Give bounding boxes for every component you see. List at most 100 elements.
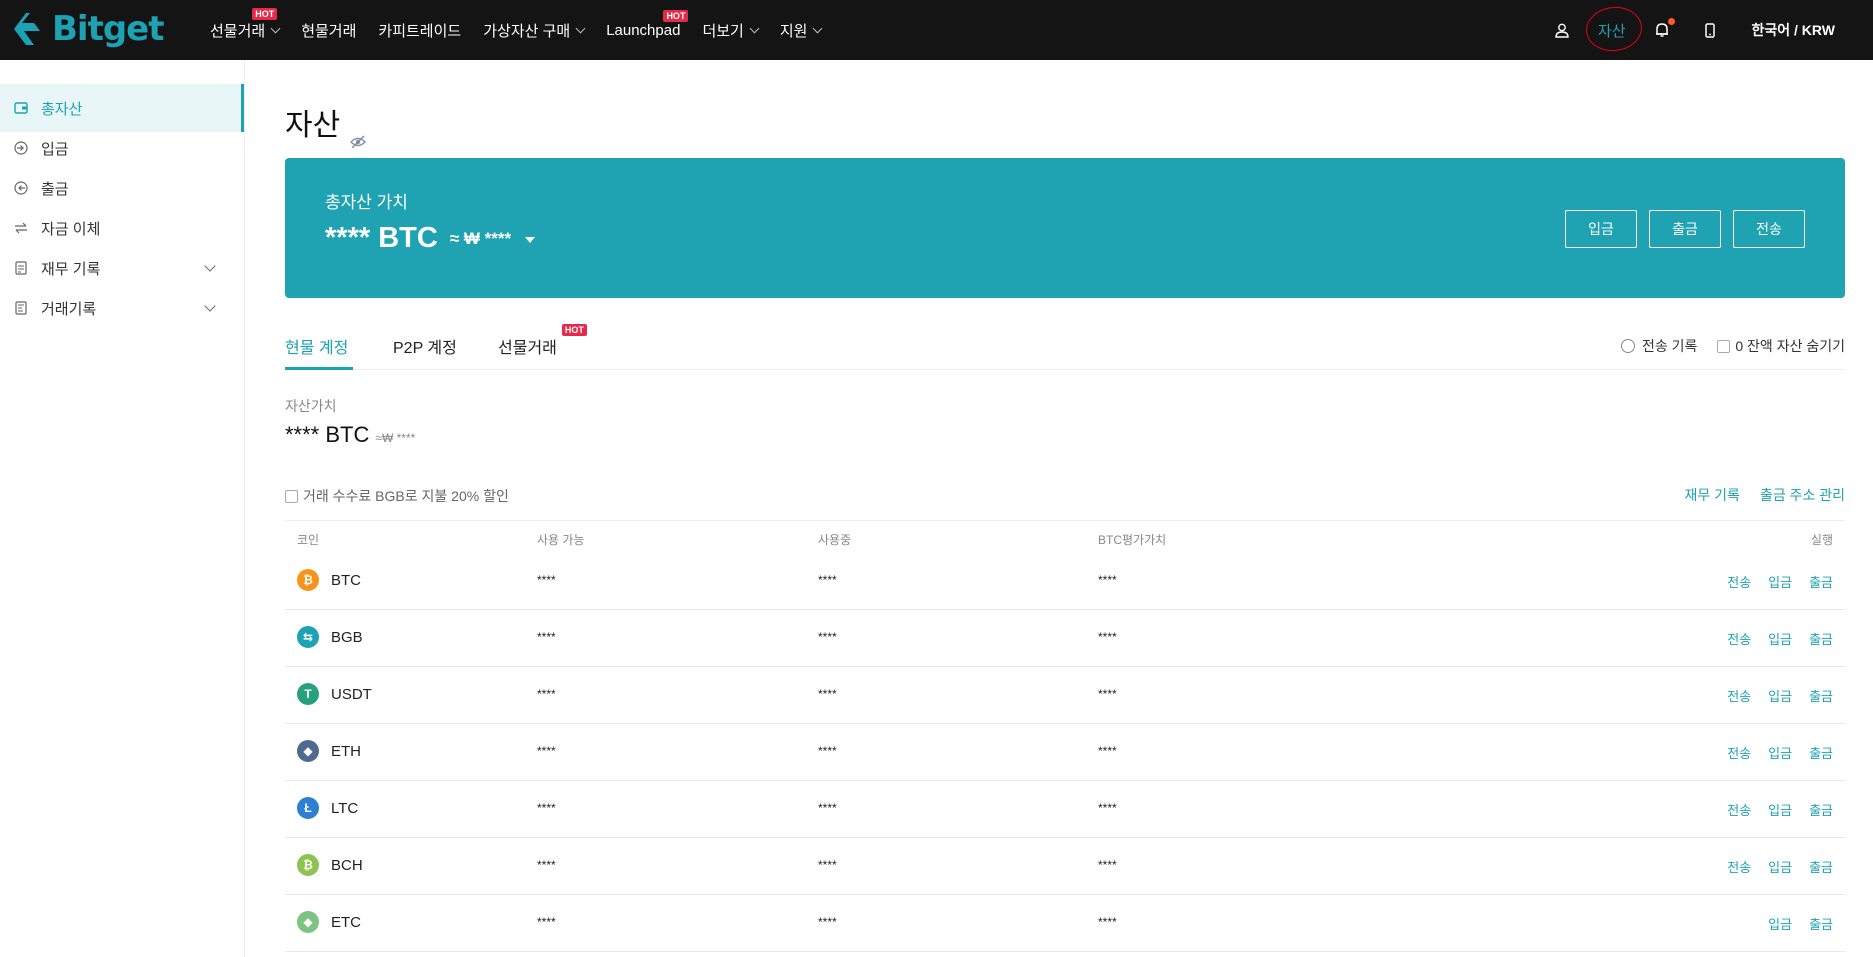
bgb-coin-icon: ⇆	[297, 626, 319, 648]
btc-coin-icon: ₿	[297, 569, 319, 591]
bell-icon[interactable]	[1652, 18, 1675, 40]
account-asset-approx: ≈₩ ****	[375, 431, 416, 445]
nav-menu-item[interactable]: 가상자산 구매	[483, 20, 586, 41]
coin-cell: Ł LTC	[297, 797, 358, 819]
table-row: ◆ ETH **** **** **** 전송 입금 출금	[285, 724, 1845, 781]
transfer-history-label: 전송 기록	[1641, 338, 1698, 354]
mobile-icon[interactable]	[1700, 20, 1720, 40]
nav-menu-item[interactable]: 선물거래 HOT	[210, 7, 281, 41]
coin-cell: ◆ ETH	[297, 740, 361, 762]
financial-records-link[interactable]: 재무 기록	[1685, 485, 1740, 505]
tab-futures-label: 선물거래	[498, 340, 557, 357]
row-action-link[interactable]: 전송	[1727, 629, 1751, 648]
transfer-button[interactable]: 전송	[1733, 210, 1805, 248]
total-asset-label: 총자산 가치	[325, 193, 408, 212]
nav-menu-item[interactable]: 더보기	[702, 20, 760, 41]
nav-right: 자산 한국어 / KRW	[1538, 0, 1835, 60]
table-header: 코인 사용 가능 사용중 BTC평가가치 실행	[285, 520, 1845, 553]
row-actions: 전송 입금 출금	[1710, 743, 1833, 762]
nav-menu-label: Launchpad	[606, 21, 681, 39]
tab-futures[interactable]: 선물거래 HOT	[498, 324, 587, 358]
top-navbar: Bitget 선물거래 HOT 현물거래 카피트레이드 가상자산 구매 Launchpad…	[0, 0, 1873, 60]
in-use-cell: ****	[818, 630, 837, 644]
row-action-link[interactable]: 출금	[1809, 686, 1833, 705]
row-actions: 전송 입금 출금	[1710, 629, 1833, 648]
deposit-button[interactable]: 입금	[1565, 210, 1637, 248]
total-asset-value-wrap: **** BTC ≈ ₩ ****	[325, 222, 536, 255]
nav-menu-item[interactable]: Launchpad HOT	[606, 9, 689, 39]
row-action-link[interactable]: 출금	[1809, 800, 1833, 819]
nav-menu-label: 더보기	[702, 22, 744, 40]
btc-value-cell: ****	[1098, 915, 1117, 929]
sidebar: 총자산 입금 출금 자금 이체 재무 기록 거래기록	[0, 60, 245, 957]
row-action-link[interactable]: 출금	[1809, 743, 1833, 762]
chevron-down-icon[interactable]	[204, 260, 216, 272]
tab-spot-account[interactable]: 현물 계정	[285, 334, 348, 358]
hide-zero-balance-checkbox[interactable]	[1717, 339, 1731, 353]
hot-badge: HOT	[252, 7, 278, 20]
coin-cell: T USDT	[297, 683, 372, 705]
tab-p2p-account[interactable]: P2P 계정	[393, 334, 457, 358]
page-title-wrap: 자산	[285, 100, 367, 149]
row-action-link[interactable]: 입금	[1768, 686, 1792, 705]
hide-balance-eye-icon[interactable]	[350, 124, 367, 149]
currency-dropdown-caret-icon[interactable]	[525, 237, 536, 243]
table-row: T USDT **** **** **** 전송 입금 출금	[285, 667, 1845, 724]
main-menu: 선물거래 HOT 현물거래 카피트레이드 가상자산 구매 Launchpad HOT 더보기 지…	[210, 0, 843, 60]
nav-menu-item[interactable]: 현물거래	[301, 20, 356, 41]
chevron-down-icon[interactable]	[204, 300, 216, 312]
nav-menu-label: 카피트레이드	[378, 22, 462, 40]
row-action-link[interactable]: 출금	[1809, 914, 1833, 933]
deposit-icon	[13, 140, 29, 156]
nav-menu-item[interactable]: 카피트레이드	[378, 20, 461, 41]
row-action-link[interactable]: 전송	[1727, 743, 1751, 762]
available-cell: ****	[537, 573, 556, 587]
sidebar-item-label: 재무 기록	[41, 260, 101, 278]
table-row: ⇆ BGB **** **** **** 전송 입금 출금	[285, 610, 1845, 667]
history-icon	[1620, 339, 1635, 353]
tab-right-controls: 전송 기록 0 잔액 자산 숨기기	[1620, 336, 1845, 356]
row-action-link[interactable]: 입금	[1768, 857, 1792, 876]
in-use-cell: ****	[818, 858, 837, 872]
bitget-logo[interactable]: Bitget	[10, 9, 164, 49]
coin-cell: ◆ ETC	[297, 911, 361, 933]
row-action-link[interactable]: 입금	[1768, 800, 1792, 819]
trade-record-icon	[13, 300, 29, 316]
coin-name: USDT	[331, 685, 372, 703]
in-use-cell: ****	[818, 573, 837, 587]
row-action-link[interactable]: 전송	[1727, 857, 1751, 876]
transfer-history-link[interactable]: 전송 기록	[1620, 336, 1698, 356]
withdraw-button[interactable]: 출금	[1649, 210, 1721, 248]
sidebar-item[interactable]: 거래기록	[0, 284, 244, 332]
row-action-link[interactable]: 입금	[1768, 743, 1792, 762]
row-action-link[interactable]: 전송	[1727, 800, 1751, 819]
nav-menu-item[interactable]: 지원	[779, 20, 823, 41]
nav-asset-link[interactable]: 자산	[1583, 3, 1645, 54]
banner-buttons: 입금 출금 전송	[1553, 210, 1805, 248]
nav-menu-label: 현물거래	[301, 22, 357, 40]
row-action-link[interactable]: 입금	[1768, 629, 1792, 648]
bgb-fee-option: 거래 수수료 BGB로 지불 20% 할인	[285, 486, 509, 506]
page-title: 자산	[285, 109, 341, 142]
bgb-fee-checkbox[interactable]	[285, 489, 298, 503]
row-action-link[interactable]: 전송	[1727, 572, 1751, 591]
row-action-link[interactable]: 입금	[1768, 914, 1792, 933]
withdraw-address-link[interactable]: 출금 주소 관리	[1760, 485, 1845, 505]
nav-menu-label: 지원	[779, 22, 808, 40]
active-tab-indicator	[285, 367, 353, 370]
etc-coin-icon: ◆	[297, 911, 319, 933]
available-cell: ****	[537, 858, 556, 872]
in-use-cell: ****	[818, 687, 837, 701]
row-action-link[interactable]: 출금	[1809, 629, 1833, 648]
withdraw-icon	[13, 180, 29, 196]
btc-value-cell: ****	[1098, 573, 1117, 587]
record-icon	[13, 260, 29, 276]
row-action-link[interactable]: 출금	[1809, 572, 1833, 591]
row-action-link[interactable]: 입금	[1768, 572, 1792, 591]
user-icon[interactable]	[1552, 20, 1572, 40]
row-action-link[interactable]: 출금	[1809, 857, 1833, 876]
coin-name: LTC	[331, 799, 359, 817]
language-currency-selector[interactable]: 한국어 / KRW	[1752, 20, 1836, 40]
row-action-link[interactable]: 전송	[1727, 686, 1751, 705]
btc-value-cell: ****	[1098, 630, 1117, 644]
